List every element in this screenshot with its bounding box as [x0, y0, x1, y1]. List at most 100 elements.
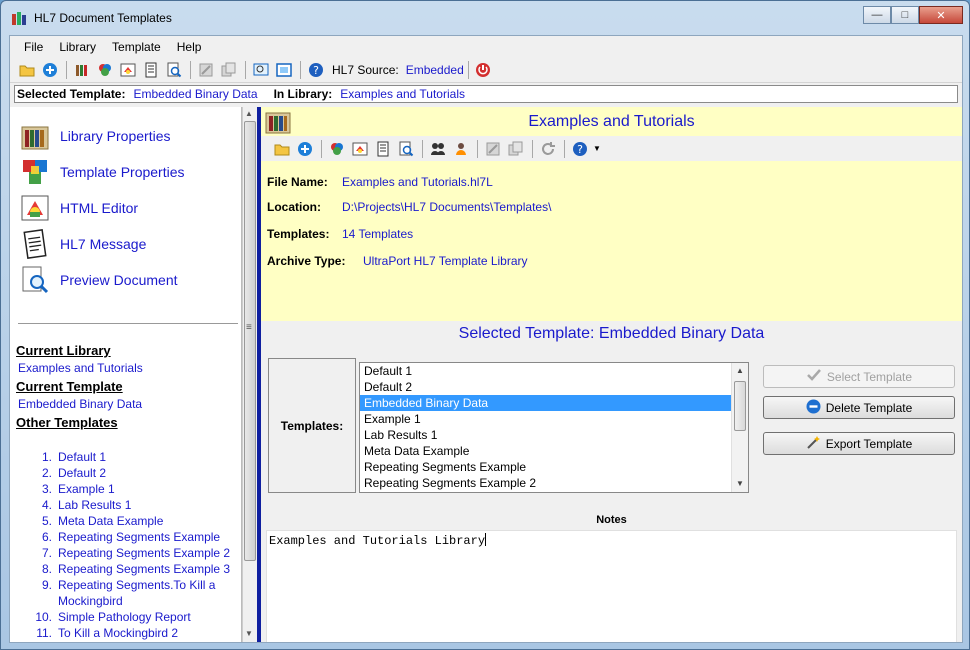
list-item[interactable]: 11. To Kill a Mockingbird 2: [26, 625, 236, 641]
template-properties-icon[interactable]: [94, 60, 115, 81]
library-toolbar: ? ▼: [261, 136, 962, 161]
main-toolbar: ? HL7 Source: Embedded: [10, 58, 962, 83]
menu-help[interactable]: Help: [169, 40, 210, 54]
hl7-source-value[interactable]: Embedded: [406, 63, 464, 77]
scroll-down-arrow-icon[interactable]: ▼: [245, 629, 253, 638]
list-item[interactable]: 7. Repeating Segments Example 2: [26, 545, 236, 561]
scroll-up-arrow-icon[interactable]: ▲: [245, 109, 253, 118]
scrollbar-thumb[interactable]: [734, 381, 746, 431]
toolbar-separator: [321, 139, 322, 158]
location-row: Location: D:\Projects\HL7 Documents\Temp…: [267, 200, 551, 214]
list-item[interactable]: 4. Lab Results 1: [26, 497, 236, 513]
template-list-item[interactable]: Example 1: [360, 411, 731, 427]
list-item[interactable]: 10. Simple Pathology Report: [26, 609, 236, 625]
users-icon[interactable]: [427, 138, 448, 159]
fullscreen-icon[interactable]: [273, 60, 294, 81]
open-folder-icon[interactable]: [16, 60, 37, 81]
nav-preview-document[interactable]: Preview Document: [20, 264, 178, 296]
scroll-up-arrow-icon[interactable]: ▲: [736, 366, 744, 375]
refresh-icon[interactable]: [537, 138, 558, 159]
help-icon[interactable]: ?: [569, 138, 590, 159]
current-library-link[interactable]: Examples and Tutorials: [18, 361, 143, 375]
checkmark-icon: [806, 368, 822, 385]
toolbar-separator: [190, 61, 191, 79]
current-template-link[interactable]: Embedded Binary Data: [18, 397, 142, 411]
preview-icon[interactable]: [163, 60, 184, 81]
menu-file[interactable]: File: [16, 40, 51, 54]
selected-template-title: Selected Template: Embedded Binary Data: [458, 325, 765, 342]
client-area: File Library Template Help ? HL7 Source:…: [9, 35, 963, 643]
toolbar-separator: [477, 139, 478, 158]
add-icon[interactable]: [294, 138, 315, 159]
magic-wand-icon: [806, 435, 821, 453]
list-item[interactable]: 8. Repeating Segments Example 3: [26, 561, 236, 577]
export-template-button[interactable]: Export Template: [763, 432, 955, 455]
html-editor-icon[interactable]: [349, 138, 370, 159]
notes-textarea[interactable]: Examples and Tutorials Library: [266, 530, 957, 642]
close-button[interactable]: ✕: [919, 6, 963, 24]
preview-icon[interactable]: [395, 138, 416, 159]
toolbar-separator: [422, 139, 423, 158]
list-item[interactable]: 9. Repeating Segments.To Kill a Mockingbi…: [26, 577, 236, 609]
user-import-icon[interactable]: [450, 138, 471, 159]
location-label: Location:: [267, 200, 321, 214]
minimize-button[interactable]: —: [863, 6, 891, 24]
library-header: Examples and Tutorials: [261, 107, 962, 136]
template-list-item[interactable]: Repeating Segments Example: [360, 459, 731, 475]
other-templates-heading: Other Templates: [16, 415, 118, 430]
dropdown-arrow-icon[interactable]: ▼: [593, 144, 601, 153]
template-list-item[interactable]: Default 1: [360, 363, 731, 379]
location-value: D:\Projects\HL7 Documents\Templates\: [342, 200, 552, 214]
html-editor-icon[interactable]: [117, 60, 138, 81]
templates-listbox[interactable]: Default 1 Default 2 Embedded Binary Data…: [359, 362, 749, 493]
list-item[interactable]: 3. Example 1: [26, 481, 236, 497]
list-item[interactable]: 1. Default 1: [26, 449, 236, 465]
library-panel: Examples and Tutorials ? ▼ File Name: Ex…: [261, 107, 962, 642]
toolbar-separator: [66, 61, 67, 79]
message-icon: [23, 229, 47, 259]
navigation-scrollbar[interactable]: ▲ ≡ ▼: [242, 107, 257, 642]
nav-template-properties[interactable]: Template Properties: [20, 156, 185, 188]
html-editor-icon: [21, 195, 49, 221]
delete-template-label: Delete Template: [825, 400, 913, 415]
disabled-copy-icon[interactable]: [218, 60, 239, 81]
navigation-panel: Library Properties Template Properties H…: [10, 107, 242, 642]
list-item[interactable]: 6. Repeating Segments Example: [26, 529, 236, 545]
list-item[interactable]: 5. Meta Data Example: [26, 513, 236, 529]
add-icon[interactable]: [39, 60, 60, 81]
template-list-item-selected[interactable]: Embedded Binary Data: [360, 395, 731, 411]
menu-template[interactable]: Template: [104, 40, 169, 54]
list-item[interactable]: 2. Default 2: [26, 465, 236, 481]
nav-hl7-message[interactable]: HL7 Message: [20, 228, 146, 260]
maximize-button[interactable]: □: [891, 6, 919, 24]
delete-template-button[interactable]: Delete Template: [763, 396, 955, 419]
template-list-item[interactable]: Default 2: [360, 379, 731, 395]
templates-scrollbar[interactable]: ▲ ▼: [731, 363, 748, 492]
template-list-item[interactable]: Lab Results 1: [360, 427, 731, 443]
menu-library[interactable]: Library: [51, 40, 104, 54]
menu-bar: File Library Template Help: [10, 36, 962, 58]
hl7-message-icon[interactable]: [140, 60, 161, 81]
scroll-down-arrow-icon[interactable]: ▼: [736, 479, 744, 488]
file-name-label: File Name:: [267, 175, 328, 189]
disabled-edit-icon[interactable]: [482, 138, 503, 159]
hl7-message-icon[interactable]: [372, 138, 393, 159]
nav-label: Library Properties: [60, 128, 171, 144]
disabled-edit-icon[interactable]: [195, 60, 216, 81]
toolbar-separator: [532, 139, 533, 158]
template-properties-icon[interactable]: [326, 138, 347, 159]
scrollbar-thumb[interactable]: [244, 121, 256, 561]
zoom-window-icon[interactable]: [250, 60, 271, 81]
nav-html-editor[interactable]: HTML Editor: [20, 192, 138, 224]
disabled-copy-icon[interactable]: [505, 138, 526, 159]
app-icon: [12, 12, 26, 25]
open-folder-icon[interactable]: [271, 138, 292, 159]
power-icon[interactable]: [473, 60, 494, 81]
template-list-item[interactable]: Meta Data Example: [360, 443, 731, 459]
nav-library-properties[interactable]: Library Properties: [20, 120, 171, 152]
template-list-item[interactable]: Repeating Segments Example 2: [360, 475, 731, 491]
help-icon[interactable]: ?: [305, 60, 326, 81]
select-template-button[interactable]: Select Template: [763, 365, 955, 388]
title-bar[interactable]: HL7 Document Templates — □ ✕: [1, 1, 969, 35]
library-icon[interactable]: [71, 60, 92, 81]
